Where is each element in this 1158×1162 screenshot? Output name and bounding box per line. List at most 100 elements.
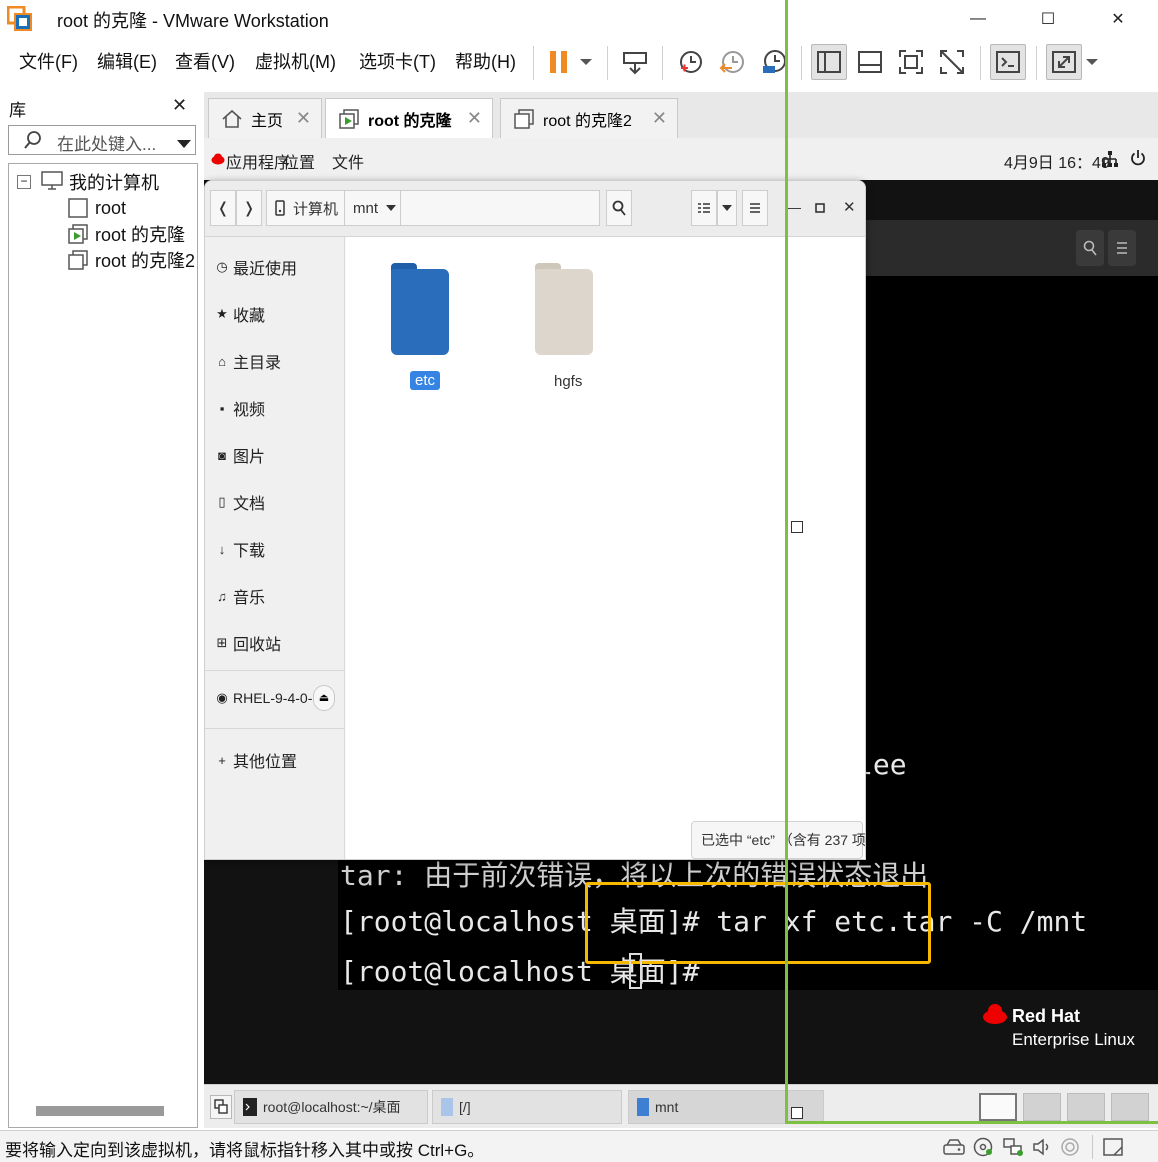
- menu-tabs[interactable]: 选项卡(T): [359, 48, 436, 74]
- files-menu[interactable]: 文件: [332, 149, 364, 173]
- send-ctrl-alt-del-icon[interactable]: [617, 44, 653, 80]
- workspace-1[interactable]: [979, 1093, 1017, 1121]
- redhat-hat-icon: [211, 152, 225, 170]
- stretch-icon[interactable]: [1046, 44, 1082, 80]
- message-log-icon[interactable]: [1102, 1137, 1124, 1157]
- tree-item-clone2[interactable]: root 的克隆2: [67, 247, 195, 273]
- back-button[interactable]: ❬: [210, 190, 236, 226]
- menu-edit[interactable]: 编辑(E): [97, 48, 157, 74]
- path-computer[interactable]: 计算机: [267, 191, 345, 225]
- library-horizontal-scrollbar[interactable]: [36, 1106, 164, 1116]
- library-tree: − 我的计算机 root root 的克隆 root 的克隆2: [8, 163, 198, 1128]
- tree-item-clone[interactable]: root 的克隆: [67, 221, 185, 247]
- minimize-button[interactable]: —: [948, 0, 1008, 38]
- unity-icon[interactable]: [934, 44, 970, 80]
- sidebar-item-recent[interactable]: ◷ 最近使用: [215, 255, 297, 279]
- menu-help[interactable]: 帮助(H): [455, 48, 516, 74]
- eject-icon[interactable]: ⏏: [313, 685, 335, 711]
- vm-console[interactable]: 应用程序 位置 文件 4月9日 16：49 lee tar: 由于前次错误，将以…: [204, 138, 1158, 1084]
- collapse-icon[interactable]: −: [17, 175, 31, 189]
- tab-home[interactable]: 主页 ✕: [208, 98, 322, 138]
- fullscreen-icon[interactable]: [893, 44, 929, 80]
- terminal-search-icon[interactable]: [1076, 230, 1104, 266]
- sidebar-item-starred[interactable]: ★ 收藏: [215, 302, 265, 326]
- search-button[interactable]: [606, 190, 632, 226]
- show-desktop-icon[interactable]: [210, 1095, 232, 1119]
- task-root-dir[interactable]: [/]: [432, 1090, 622, 1124]
- vm-running-icon: [339, 108, 359, 129]
- brand-line-1: Red Hat: [1012, 1006, 1081, 1026]
- dropdown-arrow-icon[interactable]: [571, 44, 601, 80]
- tree-item-root[interactable]: root: [67, 195, 126, 221]
- network-adapter-icon[interactable]: [1002, 1137, 1024, 1157]
- power-icon[interactable]: [1130, 149, 1146, 172]
- chevron-down-icon[interactable]: [177, 136, 191, 154]
- folder-hgfs[interactable]: [535, 263, 593, 355]
- view-list-button[interactable]: [691, 190, 717, 226]
- close-button[interactable]: ✕: [1088, 0, 1148, 38]
- folder-etc[interactable]: [391, 263, 449, 355]
- applications-menu[interactable]: 应用程序: [226, 149, 290, 173]
- sidebar-item-pictures[interactable]: ◙ 图片: [215, 443, 265, 467]
- console-icon[interactable]: [990, 44, 1026, 80]
- minimize-window-button[interactable]: —: [787, 199, 801, 215]
- sidebar-item-videos[interactable]: ▪ 视频: [215, 396, 265, 420]
- snapshot-take-icon[interactable]: [672, 44, 708, 80]
- usb-icon[interactable]: [1059, 1137, 1081, 1157]
- sidebar-item-home[interactable]: ⌂ 主目录: [215, 349, 281, 373]
- menu-view[interactable]: 查看(V): [175, 48, 235, 74]
- library-search-input[interactable]: 在此处键入...: [8, 125, 196, 155]
- tab-root-clone2[interactable]: root 的克隆2 ✕: [500, 98, 678, 138]
- title-bar: root 的克隆 - VMware Workstation — ☐ ✕: [0, 0, 1158, 38]
- path-mnt[interactable]: mnt: [345, 191, 401, 225]
- tab-close-icon[interactable]: ✕: [296, 108, 311, 129]
- library-close-icon[interactable]: ✕: [172, 95, 187, 116]
- forward-button[interactable]: ❭: [236, 190, 262, 226]
- resize-handle[interactable]: [791, 1107, 803, 1119]
- sidebar-label: 下载: [233, 543, 266, 560]
- document-icon: ▯: [218, 494, 226, 509]
- stretch-dropdown-icon[interactable]: [1080, 44, 1104, 80]
- tab-root-clone[interactable]: root 的克隆 ✕: [325, 98, 493, 138]
- hard-disk-icon[interactable]: [943, 1137, 965, 1157]
- places-menu[interactable]: 位置: [283, 149, 315, 173]
- maximize-window-button[interactable]: [815, 200, 825, 218]
- workspace-3[interactable]: [1067, 1093, 1105, 1121]
- window-title: root 的克隆 - VMware Workstation: [57, 11, 329, 31]
- menu-vm[interactable]: 虚拟机(M): [255, 48, 336, 74]
- tree-item-my-computer[interactable]: − 我的计算机: [17, 169, 159, 195]
- maximize-button[interactable]: ☐: [1018, 0, 1078, 38]
- folder-etc-label[interactable]: etc: [410, 371, 441, 390]
- folder-hgfs-label[interactable]: hgfs: [554, 373, 582, 390]
- gnome-top-bar: 应用程序 位置 文件 4月9日 16：49: [204, 138, 1158, 180]
- hamburger-menu-button[interactable]: [742, 190, 768, 226]
- clock[interactable]: 4月9日 16：49: [1004, 149, 1110, 173]
- workspace-4[interactable]: [1111, 1093, 1149, 1121]
- close-window-button[interactable]: ✕: [843, 198, 856, 216]
- plus-icon: +: [218, 752, 226, 768]
- files-icon: [441, 1098, 453, 1116]
- thumbnail-bar-icon[interactable]: [852, 44, 888, 80]
- sidebar-item-device[interactable]: ◉ RHEL-9-4-0-…: [215, 690, 326, 706]
- tab-close-icon[interactable]: ✕: [652, 108, 667, 129]
- workspace-2[interactable]: [1023, 1093, 1061, 1121]
- sidebar-item-trash[interactable]: ⊞ 回收站: [215, 631, 281, 655]
- command-highlight-box: [585, 882, 931, 964]
- library-view-icon[interactable]: [811, 44, 847, 80]
- search-icon: [612, 200, 626, 216]
- task-terminal[interactable]: root@localhost:~/桌面: [234, 1090, 428, 1124]
- resize-handle[interactable]: [791, 521, 803, 533]
- tab-close-icon[interactable]: ✕: [467, 108, 482, 129]
- snapshot-revert-icon[interactable]: [714, 44, 750, 80]
- sidebar-item-music[interactable]: ♫ 音乐: [215, 584, 265, 608]
- path-root-label: 计算机: [293, 200, 339, 218]
- menu-file[interactable]: 文件(F): [19, 48, 78, 74]
- sidebar-item-documents[interactable]: ▯ 文档: [215, 490, 265, 514]
- sound-icon[interactable]: [1031, 1137, 1053, 1157]
- network-icon[interactable]: [1102, 150, 1118, 173]
- terminal-menu-icon[interactable]: [1108, 230, 1136, 266]
- cd-rom-icon[interactable]: [972, 1137, 994, 1157]
- view-options-dropdown[interactable]: [717, 190, 737, 226]
- sidebar-item-other-locations[interactable]: + 其他位置: [215, 748, 297, 772]
- sidebar-item-downloads[interactable]: ↓ 下载: [215, 537, 265, 561]
